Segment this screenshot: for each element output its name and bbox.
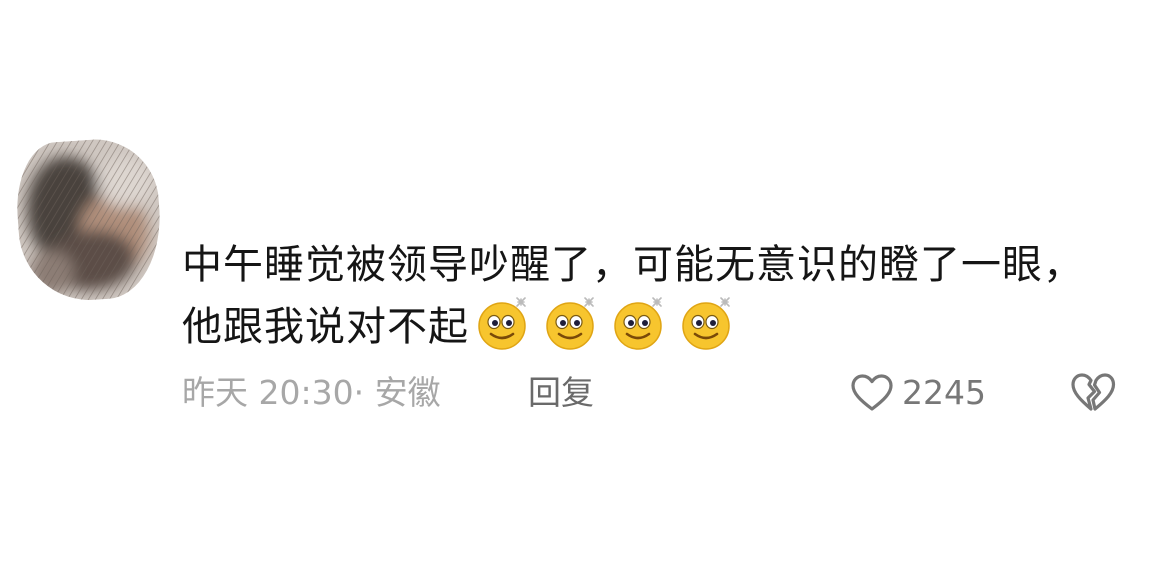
comment-time-location: 昨天 20:30· 安徽 bbox=[182, 368, 441, 418]
separator: · bbox=[353, 373, 365, 412]
dazed-face-emoji bbox=[679, 296, 735, 352]
comment-item: 中午睡觉被领导吵醒了，可能无意识的瞪了一眼，他跟我说对不起 昨天 20:30· … bbox=[0, 0, 1170, 585]
dazed-face-emoji bbox=[543, 296, 599, 352]
timestamp: 昨天 20:30 bbox=[182, 373, 354, 412]
comment-meta: 昨天 20:30· 安徽 回复 2245 bbox=[182, 368, 1132, 418]
like-count: 2245 bbox=[902, 373, 986, 412]
heart-outline-icon[interactable] bbox=[850, 373, 894, 413]
dazed-face-emoji bbox=[475, 296, 531, 352]
avatar[interactable] bbox=[12, 135, 166, 305]
like-button[interactable]: 2245 bbox=[850, 368, 986, 418]
dazed-face-emoji bbox=[611, 296, 667, 352]
broken-heart-icon[interactable] bbox=[1070, 372, 1116, 414]
emoji-row bbox=[475, 296, 735, 352]
reply-button[interactable]: 回复 bbox=[528, 368, 594, 418]
comment-text: 中午睡觉被领导吵醒了，可能无意识的瞪了一眼，他跟我说对不起 bbox=[182, 234, 1122, 358]
location: 安徽 bbox=[374, 373, 441, 412]
